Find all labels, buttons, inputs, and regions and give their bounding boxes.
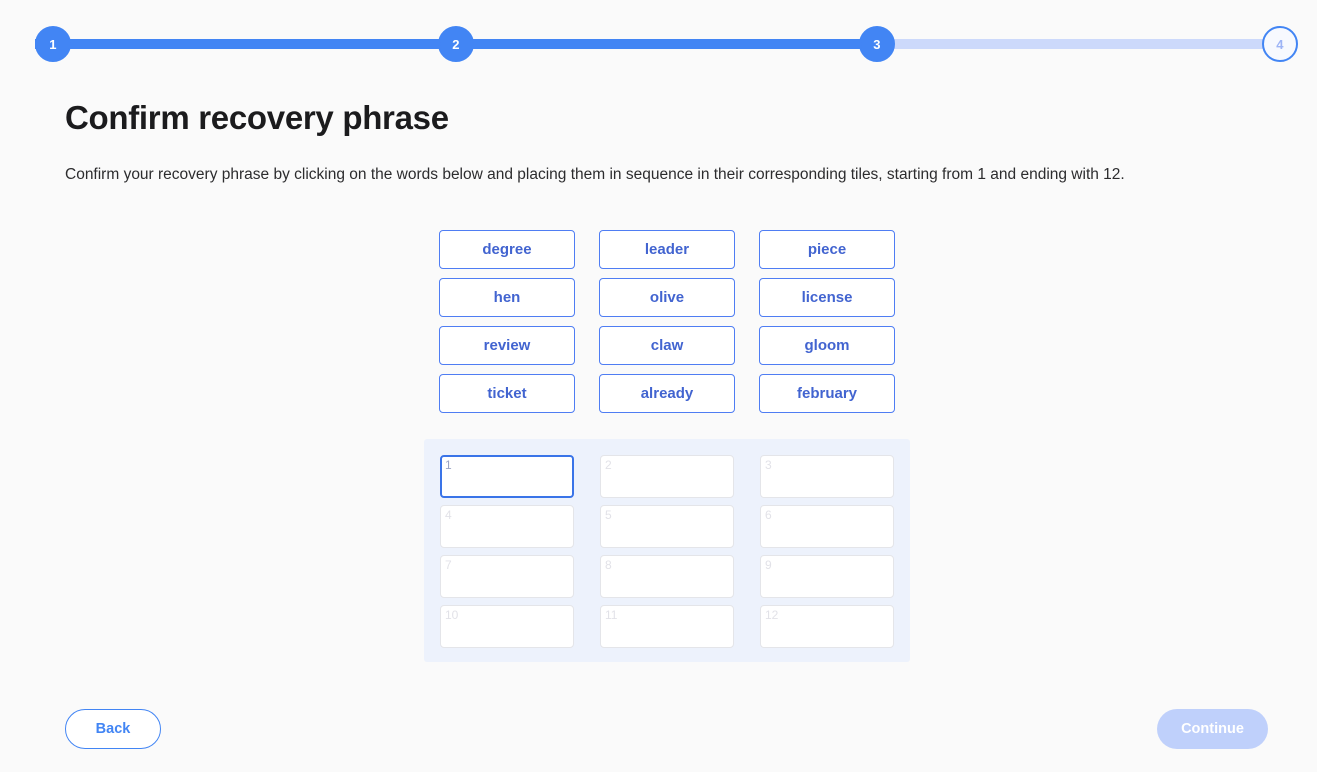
word-tile[interactable]: hen xyxy=(439,278,575,317)
word-tile[interactable]: review xyxy=(439,326,575,365)
word-tile[interactable]: license xyxy=(759,278,895,317)
page-description: Confirm your recovery phrase by clicking… xyxy=(65,166,1125,183)
phrase-slot[interactable]: 9 xyxy=(760,555,894,598)
phrase-slot-number: 11 xyxy=(605,608,618,622)
phrase-slot-number: 3 xyxy=(765,458,772,472)
stepper-step-1-label: 1 xyxy=(49,36,57,52)
word-tile[interactable]: february xyxy=(759,374,895,413)
phrase-slot-number: 9 xyxy=(765,558,772,572)
phrase-slot[interactable]: 4 xyxy=(440,505,574,548)
stepper-step-3-label: 3 xyxy=(873,36,881,52)
phrase-slot-number: 8 xyxy=(605,558,612,572)
word-tile[interactable]: piece xyxy=(759,230,895,269)
stepper-step-4[interactable]: 4 xyxy=(1262,26,1298,62)
phrase-slot-number: 5 xyxy=(605,508,612,522)
phrase-slot-number: 7 xyxy=(445,558,452,572)
word-bank: degree leader piece hen olive license re… xyxy=(439,230,895,413)
phrase-slot[interactable]: 11 xyxy=(600,605,734,648)
word-tile[interactable]: already xyxy=(599,374,735,413)
phrase-slot[interactable]: 7 xyxy=(440,555,574,598)
word-tile[interactable]: ticket xyxy=(439,374,575,413)
stepper-step-3[interactable]: 3 xyxy=(859,26,895,62)
stepper-step-2-label: 2 xyxy=(452,36,460,52)
recovery-phrase-slot-panel: 1 2 3 4 5 6 7 8 9 10 11 12 xyxy=(424,439,910,662)
phrase-slot-number: 4 xyxy=(445,508,452,522)
phrase-slot-number: 10 xyxy=(445,608,459,622)
stepper-step-4-label: 4 xyxy=(1276,36,1284,52)
word-tile[interactable]: leader xyxy=(599,230,735,269)
phrase-slot[interactable]: 1 xyxy=(440,455,574,498)
phrase-slot[interactable]: 6 xyxy=(760,505,894,548)
stepper-step-1[interactable]: 1 xyxy=(35,26,71,62)
word-tile[interactable]: olive xyxy=(599,278,735,317)
page-title: Confirm recovery phrase xyxy=(65,99,449,136)
phrase-slot-number: 12 xyxy=(765,608,779,622)
back-button[interactable]: Back xyxy=(65,709,161,749)
phrase-slot-number: 6 xyxy=(765,508,772,522)
word-tile[interactable]: claw xyxy=(599,326,735,365)
phrase-slot[interactable]: 10 xyxy=(440,605,574,648)
stepper-step-2[interactable]: 2 xyxy=(438,26,474,62)
continue-button[interactable]: Continue xyxy=(1157,709,1268,749)
phrase-slot[interactable]: 8 xyxy=(600,555,734,598)
phrase-slot[interactable]: 3 xyxy=(760,455,894,498)
phrase-slot-number: 2 xyxy=(605,458,612,472)
phrase-slot[interactable]: 12 xyxy=(760,605,894,648)
word-tile[interactable]: degree xyxy=(439,230,575,269)
progress-stepper: 1 2 3 4 xyxy=(0,0,1317,90)
phrase-slot[interactable]: 2 xyxy=(600,455,734,498)
phrase-slot[interactable]: 5 xyxy=(600,505,734,548)
word-tile[interactable]: gloom xyxy=(759,326,895,365)
recovery-phrase-slot-grid: 1 2 3 4 5 6 7 8 9 10 11 12 xyxy=(440,455,894,648)
phrase-slot-number: 1 xyxy=(445,458,452,472)
